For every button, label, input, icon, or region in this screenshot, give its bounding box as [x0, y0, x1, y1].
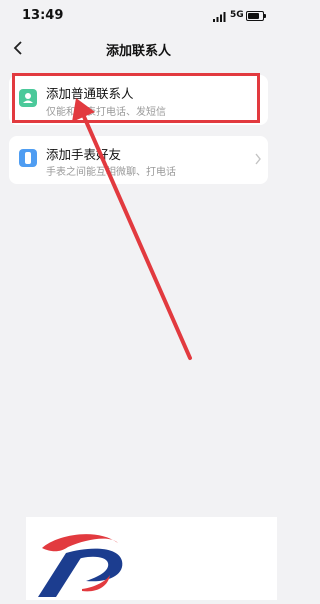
card-subtitle: 手表之间能互相微聊、打电话 [46, 167, 176, 178]
watch-icon [19, 149, 37, 167]
watermark-area [26, 517, 277, 600]
card-title: 添加普通联系人 [46, 86, 134, 101]
card-title: 添加手表好友 [46, 147, 122, 162]
signal-icon [213, 12, 226, 22]
battery-icon [246, 11, 266, 21]
status-bar: 13:49 5G [0, 0, 277, 34]
status-time: 13:49 [22, 8, 64, 23]
contact-icon [19, 89, 37, 107]
card-subtitle: 仅能和手表打电话、发短信 [46, 107, 166, 118]
page-title: 添加联系人 [105, 44, 171, 59]
watermark-logo [38, 534, 123, 597]
nav-bar: 添加联系人 [0, 34, 277, 64]
add-normal-contact-item[interactable]: 添加普通联系人 仅能和手表打电话、发短信 [9, 75, 268, 125]
network-type: 5G [230, 10, 244, 20]
chevron-right-icon [255, 153, 261, 165]
add-watch-friend-item[interactable]: 添加手表好友 手表之间能互相微聊、打电话 [9, 136, 268, 184]
